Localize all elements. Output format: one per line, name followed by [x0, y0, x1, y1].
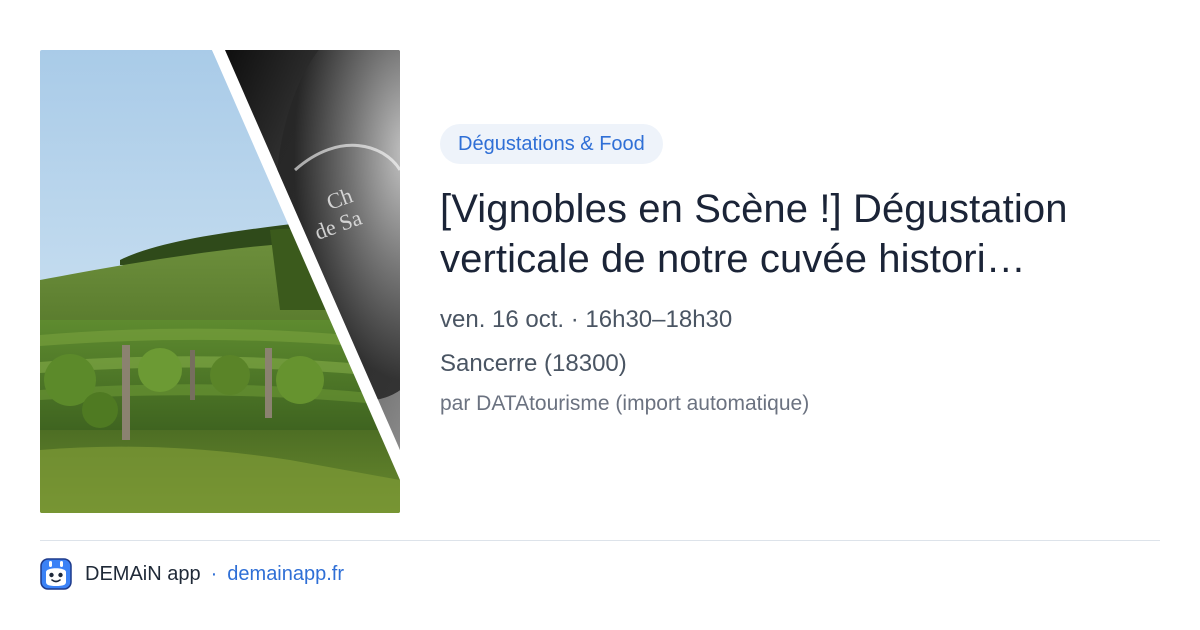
footer: DEMAiN app · demainapp.fr	[40, 557, 344, 591]
footer-divider	[40, 540, 1160, 541]
event-title-line-1: [Vignobles en Scène !] Dégustation	[440, 187, 1068, 231]
category-badge[interactable]: Dégustations & Food	[440, 124, 663, 164]
app-url-link[interactable]: demainapp.fr	[227, 563, 344, 586]
event-location: Sancerre (18300)	[440, 350, 627, 377]
event-card[interactable]: Ch de Sa Dégustations & Food [Vignobles …	[0, 0, 1200, 540]
event-image[interactable]: Ch de Sa	[40, 50, 400, 513]
app-name: DEMAiN app	[85, 562, 201, 585]
event-datetime: ven. 16 oct. · 16h30–18h30	[440, 306, 733, 333]
event-title[interactable]: [Vignobles en Scène !] Dégustation verti…	[440, 184, 1160, 284]
demain-logo-icon	[40, 558, 72, 590]
event-title-line-2: verticale de notre cuvée histori…	[440, 237, 1026, 281]
event-details: Dégustations & Food [Vignobles en Scène …	[440, 124, 1160, 418]
footer-separator: ·	[210, 562, 218, 585]
event-source: par DATAtourisme (import automatique)	[440, 392, 810, 415]
